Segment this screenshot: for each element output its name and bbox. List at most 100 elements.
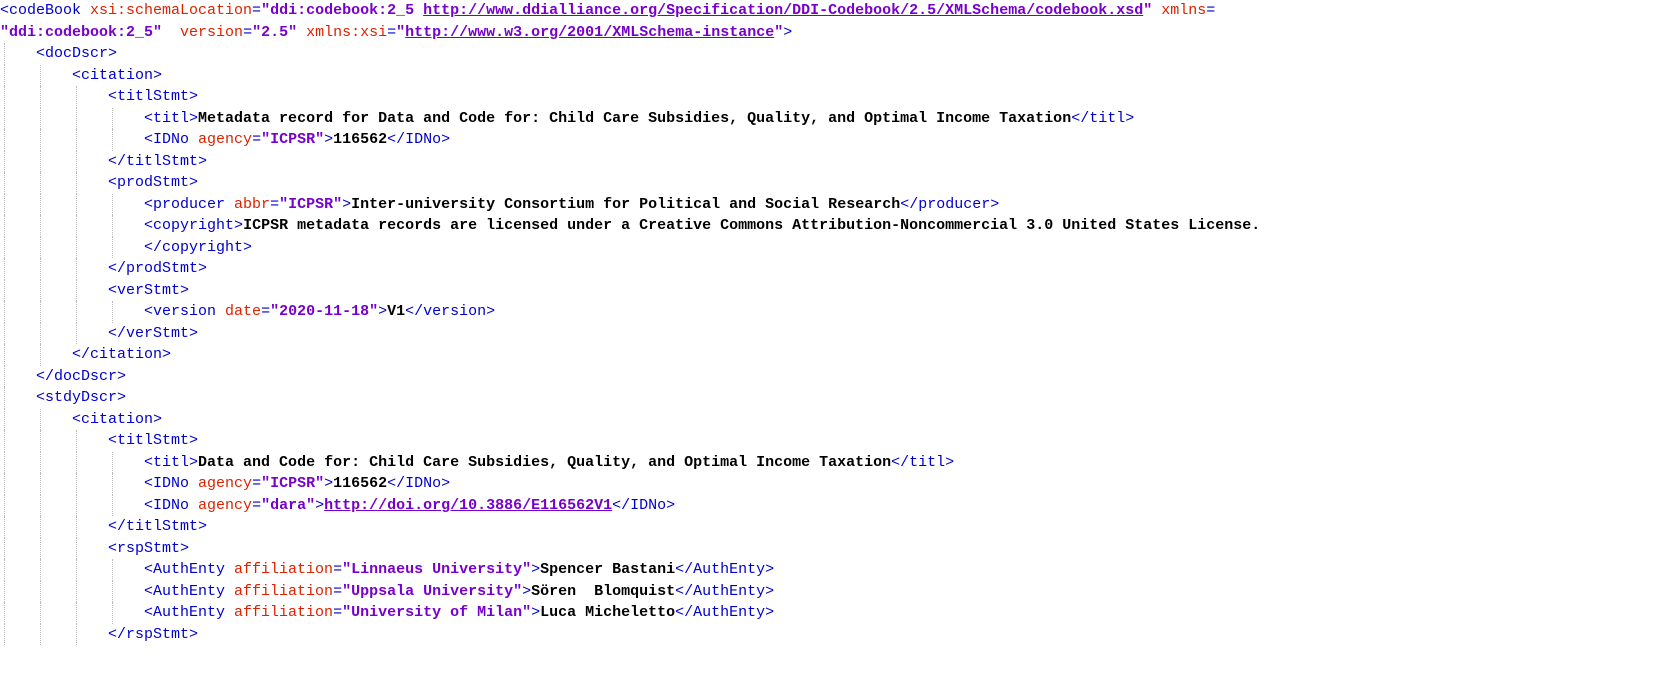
- xml-tag: <AuthEnty: [144, 582, 235, 600]
- xml-attribute-value: "2.5": [252, 23, 298, 41]
- xml-tag: <codeBook: [0, 2, 91, 19]
- xml-tag: </verStmt>: [108, 324, 199, 342]
- xml-attribute-name: affiliation: [234, 604, 334, 621]
- xml-tag: >: [531, 604, 541, 621]
- xml-tag: </version>: [405, 303, 496, 320]
- xml-tag: <producer: [144, 195, 235, 213]
- xml-line: <AuthEnty affiliation="Linnaeus Universi…: [0, 559, 1678, 581]
- xml-line: <titlStmt>: [0, 430, 1678, 452]
- xml-text-content: Metadata record for Data and Code for: C…: [198, 109, 1072, 127]
- xml-tag: <IDNo: [144, 131, 199, 148]
- xml-tag: </titl>: [891, 453, 955, 471]
- xml-attribute-name: xmlns: [1161, 2, 1207, 19]
- xml-attribute-name: agency: [198, 131, 253, 148]
- xml-link[interactable]: http://doi.org/10.3886/E116562V1: [324, 497, 612, 514]
- xml-tag: <titlStmt>: [108, 88, 199, 105]
- xml-line: </titlStmt>: [0, 150, 1678, 172]
- xml-line: <IDNo agency="ICPSR">116562</IDNo>: [0, 129, 1678, 151]
- xml-line: <rspStmt>: [0, 537, 1678, 559]
- xml-tag: =: [333, 582, 343, 600]
- xml-text-content: Luca Micheletto: [540, 604, 676, 621]
- xml-tag: >: [531, 561, 541, 578]
- xml-tag: <version: [144, 303, 226, 320]
- xml-line: <stdyDscr>: [0, 387, 1678, 409]
- xml-tag: <AuthEnty: [144, 561, 235, 578]
- xml-tag: <rspStmt>: [108, 539, 190, 557]
- xml-text-content: ICPSR metadata records are licensed unde…: [243, 217, 1261, 234]
- xml-attribute-value: "ICPSR": [279, 195, 343, 213]
- xml-text-content: Inter-university Consortium for Politica…: [351, 195, 901, 213]
- xml-tag: </citation>: [72, 346, 172, 363]
- xml-tag: >: [324, 131, 334, 148]
- xml-tag: </titlStmt>: [108, 518, 208, 535]
- xml-tag: </AuthEnty>: [675, 604, 775, 621]
- xml-line: </rspStmt>: [0, 623, 1678, 645]
- xml-attribute-value: "ddi:codebook:2_5: [261, 2, 424, 19]
- xml-tag: </IDNo>: [612, 496, 676, 514]
- xml-attribute-name: abbr: [234, 195, 271, 213]
- xml-tag: <verStmt>: [108, 281, 190, 299]
- xml-line: </verStmt>: [0, 322, 1678, 344]
- xml-tag: =: [252, 2, 262, 19]
- xml-line: <citation>: [0, 64, 1678, 86]
- xml-line: </prodStmt>: [0, 258, 1678, 280]
- xml-tag: =: [252, 475, 262, 492]
- xml-attribute-value: ": [396, 23, 406, 41]
- xml-tag: >: [324, 475, 334, 492]
- xml-tag: </copyright>: [144, 238, 253, 256]
- xml-line: <copyright>ICPSR metadata records are li…: [0, 215, 1678, 237]
- xml-tag: </rspStmt>: [108, 625, 199, 643]
- xml-tag: <AuthEnty: [144, 604, 235, 621]
- xml-attribute-name: xmlns:xsi: [306, 23, 388, 41]
- xml-line: </citation>: [0, 344, 1678, 366]
- xml-tag: >: [378, 303, 388, 320]
- xml-tag: <titl>: [144, 453, 199, 471]
- xml-attribute-value: "dara": [261, 496, 316, 514]
- xml-attribute-value: ": [774, 23, 784, 41]
- xml-line: <titl>Metadata record for Data and Code …: [0, 107, 1678, 129]
- xml-line: <AuthEnty affiliation="Uppsala Universit…: [0, 580, 1678, 602]
- xml-tag: </AuthEnty>: [675, 561, 775, 578]
- xml-tree-view[interactable]: <codeBook xsi:schemaLocation="ddi:codebo…: [0, 0, 1678, 687]
- xml-tag: =: [243, 23, 253, 41]
- xml-line: <citation>: [0, 408, 1678, 430]
- xml-tag: =: [270, 195, 280, 213]
- xml-attribute-value: "2020-11-18": [270, 303, 379, 320]
- xml-line: </copyright>: [0, 236, 1678, 258]
- xml-line: <titl>Data and Code for: Child Care Subs…: [0, 451, 1678, 473]
- xml-line: <verStmt>: [0, 279, 1678, 301]
- xml-attribute-name: affiliation: [234, 582, 334, 600]
- xml-tag: </producer>: [900, 195, 1000, 213]
- xml-link[interactable]: http://www.ddialliance.org/Specification…: [423, 2, 1143, 19]
- xml-line: <IDNo agency="ICPSR">116562</IDNo>: [0, 473, 1678, 495]
- xml-tag: <titl>: [144, 109, 199, 127]
- xml-tag: <docDscr>: [36, 45, 118, 62]
- xml-attribute-name: version: [180, 23, 244, 41]
- xml-tag: >: [315, 496, 325, 514]
- xml-attribute-name: agency: [198, 496, 253, 514]
- xml-text-content: 116562: [333, 131, 388, 148]
- xml-link[interactable]: http://www.w3.org/2001/XMLSchema-instanc…: [405, 24, 774, 41]
- xml-attribute-value: "ddi:codebook:2_5": [0, 23, 163, 41]
- xml-tag: [162, 24, 180, 41]
- xml-line: <producer abbr="ICPSR">Inter-university …: [0, 193, 1678, 215]
- xml-tag: <IDNo: [144, 496, 199, 514]
- xml-tag: =: [1206, 2, 1216, 19]
- xml-tag: [297, 24, 306, 41]
- xml-tag: <citation>: [72, 66, 163, 84]
- xml-tag: =: [387, 23, 397, 41]
